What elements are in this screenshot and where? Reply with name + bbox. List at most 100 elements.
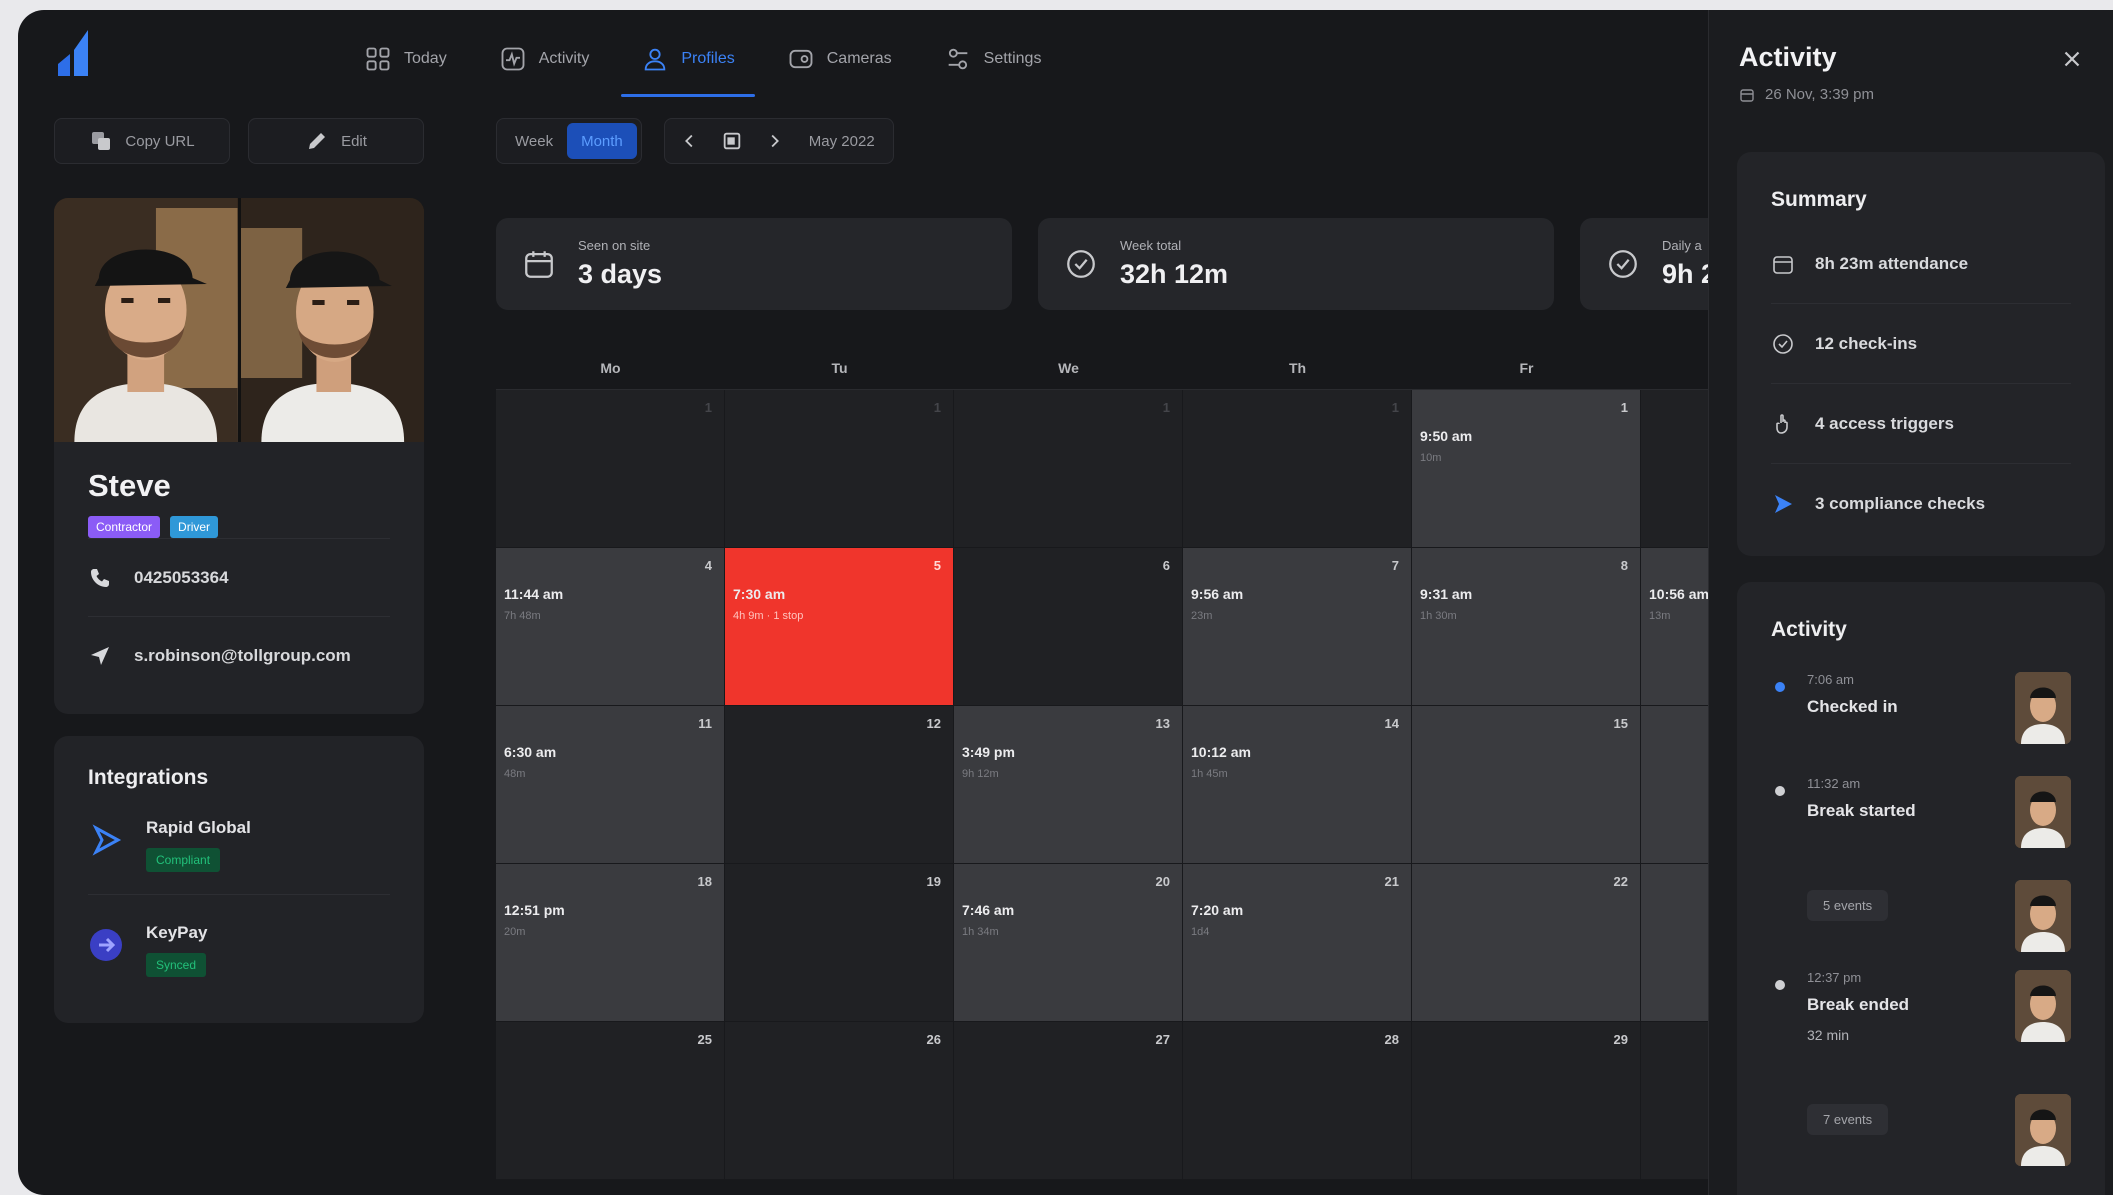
phone-number: 0425053364: [134, 567, 229, 587]
calendar-day-cell[interactable]: 1 9:50 am 10m: [1412, 390, 1641, 548]
events-chip[interactable]: 5 events: [1807, 890, 1889, 921]
feed-event-group[interactable]: 7 events: [1771, 1094, 2071, 1195]
calendar-day-cell[interactable]: 6: [954, 548, 1183, 706]
calendar-day-cell[interactable]: 28: [1183, 1022, 1412, 1180]
day-number: 1: [704, 400, 712, 415]
nav-today-label: Today: [404, 50, 447, 67]
feed-event-group[interactable]: 5 events: [1771, 880, 2071, 970]
calendar-day-cell[interactable]: 20 7:46 am 1h 34m: [954, 864, 1183, 1022]
copy-url-button[interactable]: Copy URL: [54, 118, 230, 164]
calendar-day-cell[interactable]: 26: [725, 1022, 954, 1180]
calendar-day-cell[interactable]: 13 3:49 pm 9h 12m: [954, 706, 1183, 864]
day-number: 26: [926, 1032, 941, 1047]
stat-value: 32h 12m: [1120, 259, 1229, 289]
app-logo-icon[interactable]: [54, 24, 96, 80]
nav-activity-label: Activity: [538, 50, 590, 67]
calendar-day-cell[interactable]: 15: [1412, 706, 1641, 864]
activity-feed: 7:06 am Checked in 11:32 am Break starte…: [1771, 672, 2071, 1195]
day-number: 1: [1162, 400, 1170, 415]
nav-cameras[interactable]: Cameras: [761, 22, 918, 96]
week-view-button[interactable]: Week: [501, 123, 567, 159]
day-number: 8: [1620, 558, 1628, 573]
integrations-heading: Integrations: [88, 766, 209, 789]
calendar-day-cell[interactable]: 29: [1412, 1022, 1641, 1180]
next-period-button[interactable]: [753, 123, 795, 159]
summary-access-triggers: 4 access triggers: [1771, 384, 2071, 464]
camera-icon: [789, 49, 813, 69]
day-number: 20: [1155, 874, 1170, 889]
email-address: s.robinson@tollgroup.com: [134, 645, 351, 665]
calendar-day-cell[interactable]: 4 11:44 am 7h 48m: [496, 548, 725, 706]
profile-photo-front[interactable]: [54, 198, 238, 442]
stat-label: Seen on site: [578, 238, 651, 253]
feed-item[interactable]: 12:37 pm Break ended 32 min: [1771, 970, 2071, 1094]
today-button[interactable]: [711, 123, 753, 159]
day-duration: 9h 12m: [962, 768, 999, 780]
day-number: 12: [926, 716, 941, 731]
check-circle-icon: [1773, 333, 1793, 354]
calendar-icon: [525, 251, 553, 278]
app-window: Today Activity Profiles Cameras Settings…: [18, 10, 2113, 1195]
chevron-left-icon: [684, 134, 693, 148]
calendar-day-cell[interactable]: 1: [725, 390, 954, 548]
person-avatar-icon: [2015, 1094, 2071, 1166]
feed-item[interactable]: 7:06 am Checked in: [1771, 672, 2071, 776]
calendar-day-cell[interactable]: 8 9:31 am 1h 30m: [1412, 548, 1641, 706]
sliders-icon: [948, 48, 967, 70]
month-view-button[interactable]: Month: [567, 123, 637, 159]
calendar-day-cell[interactable]: 12: [725, 706, 954, 864]
day-number: 22: [1613, 874, 1628, 889]
day-number: 28: [1384, 1032, 1399, 1047]
day-number: 4: [704, 558, 712, 573]
calendar-day-cell[interactable]: 18 12:51 pm 20m: [496, 864, 725, 1022]
nav-today[interactable]: Today: [338, 22, 473, 96]
integration-rapid-global[interactable]: Rapid Global Compliant: [88, 790, 390, 894]
close-icon[interactable]: [2059, 46, 2085, 72]
status-dot: [1775, 980, 1785, 990]
check-circle-icon: [1609, 250, 1637, 278]
weekday-label: Fr: [1412, 346, 1641, 390]
calendar-day-cell[interactable]: 1: [496, 390, 725, 548]
avatar: [2015, 880, 2071, 952]
edit-button[interactable]: Edit: [248, 118, 424, 164]
calendar-day-cell[interactable]: 25: [496, 1022, 725, 1180]
email-row[interactable]: s.robinson@tollgroup.com: [88, 616, 390, 694]
nav-profiles[interactable]: Profiles: [615, 22, 760, 97]
check-circle-icon: [1067, 250, 1095, 278]
feed-item[interactable]: 11:32 am Break started: [1771, 776, 2071, 880]
profile-badges: Contractor Driver: [88, 516, 390, 538]
calendar-day-cell[interactable]: 5 7:30 am 4h 9m · 1 stop: [725, 548, 954, 706]
day-number: 13: [1155, 716, 1170, 731]
chevron-right-icon: [771, 134, 779, 148]
hand-icon: [1776, 413, 1788, 434]
day-number: 29: [1613, 1032, 1628, 1047]
day-number: 1: [1391, 400, 1399, 415]
events-chip[interactable]: 7 events: [1807, 1104, 1889, 1135]
calendar-day-cell[interactable]: 22: [1412, 864, 1641, 1022]
profile-photo-side[interactable]: [240, 198, 424, 442]
summary-text: 3 compliance checks: [1815, 494, 1986, 513]
keypay-logo-icon: [90, 929, 122, 961]
calendar-day-cell[interactable]: 19: [725, 864, 954, 1022]
calendar-day-cell[interactable]: 21 7:20 am 1d4: [1183, 864, 1412, 1022]
user-icon: [645, 48, 666, 71]
day-number: 25: [697, 1032, 712, 1047]
day-number: 1: [1620, 400, 1628, 415]
calendar-day-cell[interactable]: 11 6:30 am 48m: [496, 706, 725, 864]
calendar-day-cell[interactable]: 27: [954, 1022, 1183, 1180]
integration-keypay[interactable]: KeyPay Synced: [88, 894, 390, 999]
summary-card: Summary 8h 23m attendance 12 check-ins 4…: [1737, 152, 2105, 556]
nav-settings[interactable]: Settings: [918, 22, 1068, 96]
current-period-label[interactable]: May 2022: [795, 123, 889, 159]
day-number: 15: [1613, 716, 1628, 731]
calendar-day-cell[interactable]: 1: [954, 390, 1183, 548]
calendar-day-cell[interactable]: 7 9:56 am 23m: [1183, 548, 1412, 706]
calendar-day-cell[interactable]: 14 10:12 am 1h 45m: [1183, 706, 1412, 864]
phone-row[interactable]: 0425053364: [88, 538, 390, 616]
nav-activity[interactable]: Activity: [473, 22, 616, 96]
previous-period-button[interactable]: [669, 123, 711, 159]
day-duration: 10m: [1420, 452, 1442, 464]
stat-week-total: Week total 32h 12m: [1038, 218, 1554, 310]
copy-icon: [92, 132, 111, 150]
calendar-day-cell[interactable]: 1: [1183, 390, 1412, 548]
